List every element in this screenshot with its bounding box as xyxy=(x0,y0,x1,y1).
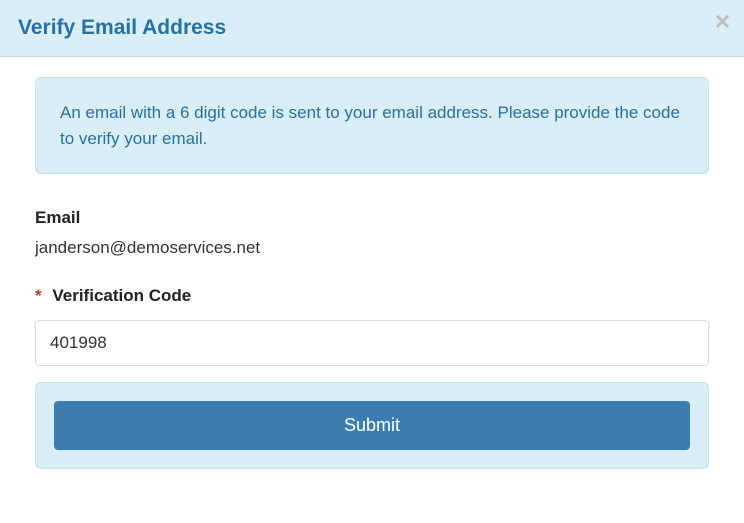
email-value: janderson@demoservices.net xyxy=(35,238,709,258)
verification-code-label-text: Verification Code xyxy=(52,286,191,305)
required-asterisk: * xyxy=(35,286,42,305)
verification-code-input[interactable] xyxy=(35,320,709,366)
footer-box: Submit xyxy=(35,382,709,469)
email-label: Email xyxy=(35,208,709,228)
info-box: An email with a 6 digit code is sent to … xyxy=(35,77,709,174)
submit-button[interactable]: Submit xyxy=(54,401,690,450)
close-icon: × xyxy=(715,6,730,36)
modal-body: An email with a 6 digit code is sent to … xyxy=(0,57,744,489)
verification-code-label: * Verification Code xyxy=(35,286,709,306)
info-message: An email with a 6 digit code is sent to … xyxy=(60,100,684,151)
modal-title: Verify Email Address xyxy=(18,16,726,40)
close-button[interactable]: × xyxy=(715,8,730,34)
modal-header: Verify Email Address × xyxy=(0,0,744,57)
